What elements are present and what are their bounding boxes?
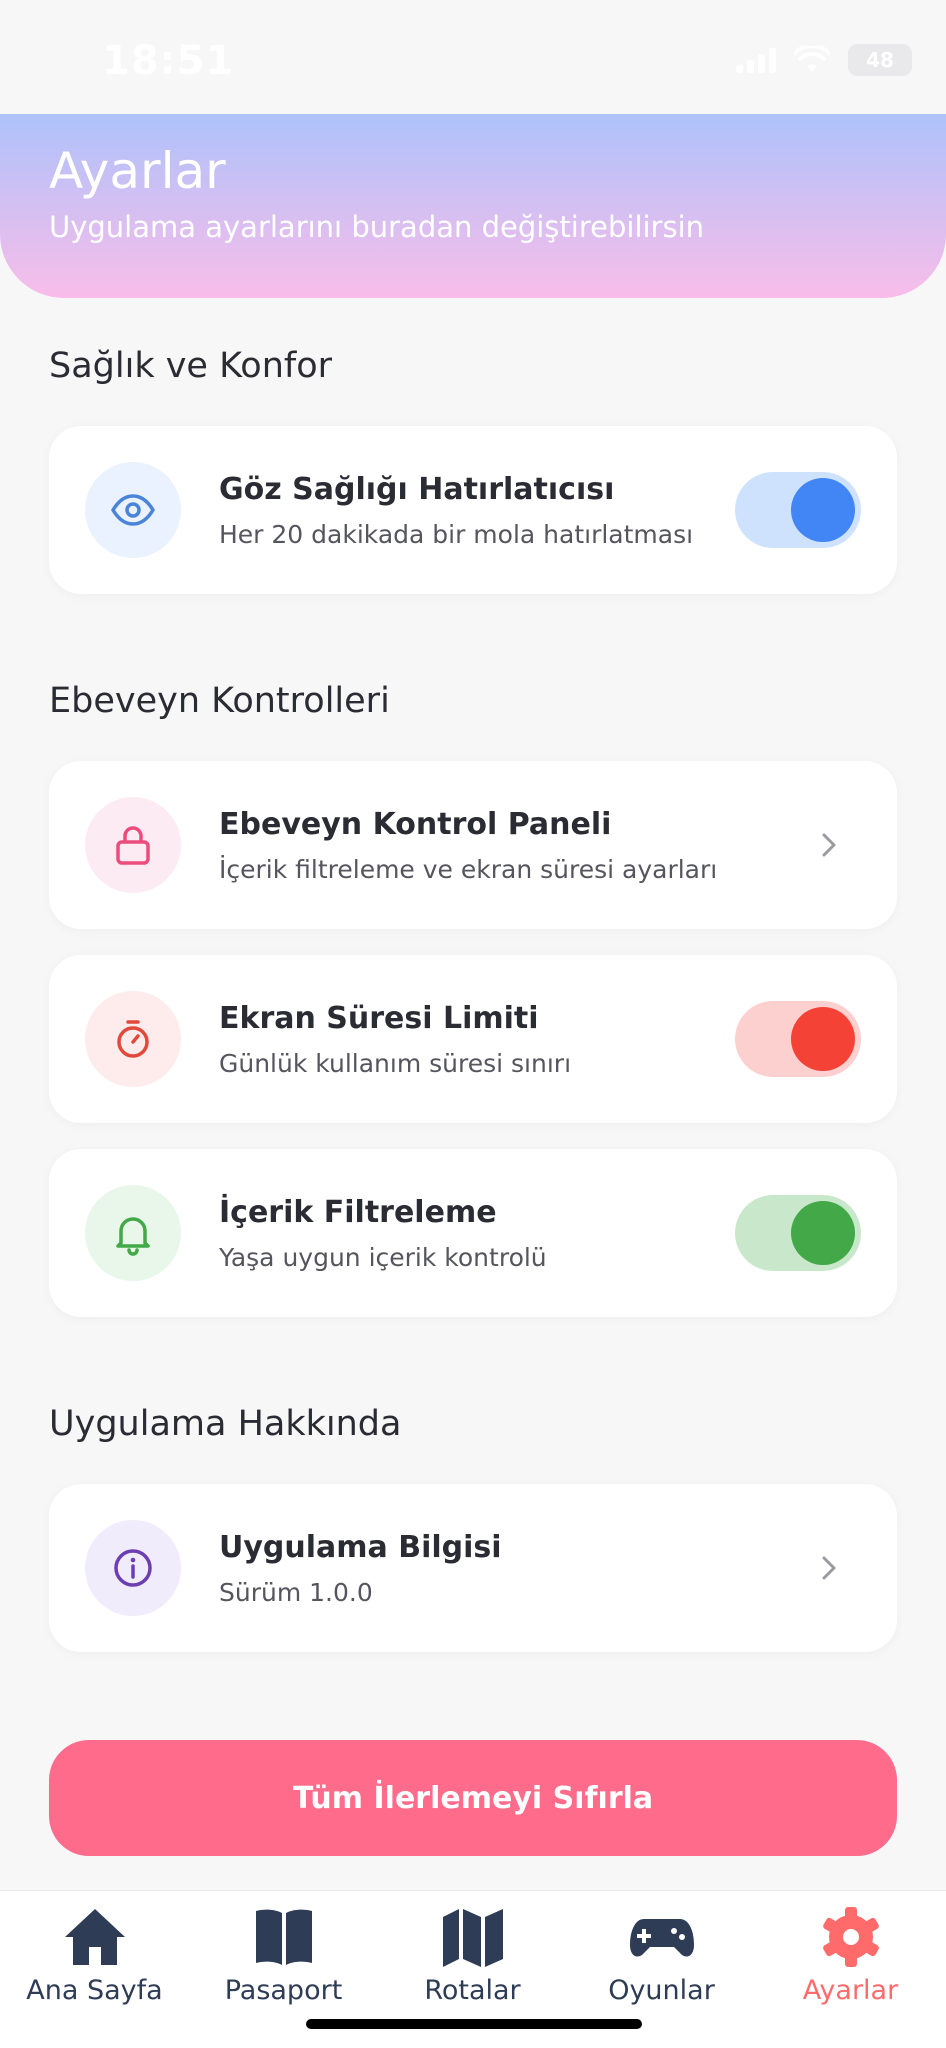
home-icon xyxy=(64,1909,125,1965)
tab-games[interactable]: Oyunlar xyxy=(567,1905,756,2025)
page-title: Ayarlar xyxy=(49,142,226,200)
screen-time-toggle[interactable] xyxy=(735,1001,861,1077)
tab-label: Oyunlar xyxy=(608,1975,715,2006)
app-info-subtitle: Sürüm 1.0.0 xyxy=(219,1578,373,1607)
tab-passport[interactable]: Pasaport xyxy=(189,1905,378,2025)
page-header: Ayarlar Uygulama ayarlarını buradan deği… xyxy=(0,114,946,298)
parental-control-panel-subtitle: İçerik filtreleme ve ekran süresi ayarla… xyxy=(219,855,718,884)
gear-icon xyxy=(822,1907,879,1967)
status-icons: 48 xyxy=(736,44,912,76)
tab-label: Ana Sayfa xyxy=(26,1975,163,2006)
toggle-knob xyxy=(791,1007,855,1071)
tab-label: Rotalar xyxy=(424,1975,521,2006)
bell-icon xyxy=(85,1185,181,1281)
eye-reminder-title: Göz Sağlığı Hatırlatıcısı xyxy=(219,472,615,507)
content-filter-toggle[interactable] xyxy=(735,1195,861,1271)
eye-reminder-toggle[interactable] xyxy=(735,472,861,548)
screen-time-row: Ekran Süresi Limiti Günlük kullanım süre… xyxy=(49,955,897,1123)
info-icon xyxy=(85,1520,181,1616)
parental-control-panel-row[interactable]: Ebeveyn Kontrol Paneli İçerik filtreleme… xyxy=(49,761,897,929)
screen-time-subtitle: Günlük kullanım süresi sınırı xyxy=(219,1049,572,1078)
home-indicator xyxy=(306,2019,642,2029)
lock-icon xyxy=(85,797,181,893)
tab-label: Ayarlar xyxy=(802,1975,899,2006)
tab-settings[interactable]: Ayarlar xyxy=(756,1905,945,2025)
eye-reminder-row: Göz Sağlığı Hatırlatıcısı Her 20 dakikad… xyxy=(49,426,897,594)
book-icon xyxy=(255,1909,312,1965)
eye-reminder-subtitle: Her 20 dakikada bir mola hatırlatması xyxy=(219,520,694,549)
wifi-icon xyxy=(794,46,830,72)
toggle-knob xyxy=(791,478,855,542)
page-subtitle: Uygulama ayarlarını buradan değiştirebil… xyxy=(49,210,705,244)
stopwatch-icon xyxy=(85,991,181,1087)
screen-time-title: Ekran Süresi Limiti xyxy=(219,1001,539,1036)
eye-icon xyxy=(85,462,181,558)
section-title-parental: Ebeveyn Kontrolleri xyxy=(49,681,390,721)
content-filter-subtitle: Yaşa uygun içerik kontrolü xyxy=(219,1243,547,1272)
app-info-title: Uygulama Bilgisi xyxy=(219,1530,502,1565)
parental-control-panel-title: Ebeveyn Kontrol Paneli xyxy=(219,807,612,842)
map-icon xyxy=(442,1909,503,1967)
section-title-health: Sağlık ve Konfor xyxy=(49,346,333,386)
chevron-right-icon xyxy=(822,1556,836,1580)
tab-label: Pasaport xyxy=(224,1975,343,2006)
status-time: 18:51 xyxy=(102,38,235,84)
gamepad-icon xyxy=(629,1919,694,1957)
tab-routes[interactable]: Rotalar xyxy=(378,1905,567,2025)
reset-progress-button[interactable]: Tüm İlerlemeyi Sıfırla xyxy=(49,1740,897,1856)
chevron-right-icon xyxy=(822,833,836,857)
signal-icon xyxy=(736,47,776,73)
content-filter-title: İçerik Filtreleme xyxy=(219,1195,497,1230)
toggle-knob xyxy=(791,1201,855,1265)
status-bar: 18:51 48 xyxy=(0,0,946,114)
battery-indicator: 48 xyxy=(848,44,912,76)
app-info-row[interactable]: Uygulama Bilgisi Sürüm 1.0.0 xyxy=(49,1484,897,1652)
section-title-about: Uygulama Hakkında xyxy=(49,1404,402,1444)
tab-home[interactable]: Ana Sayfa xyxy=(0,1905,189,2025)
content-filter-row: İçerik Filtreleme Yaşa uygun içerik kont… xyxy=(49,1149,897,1317)
